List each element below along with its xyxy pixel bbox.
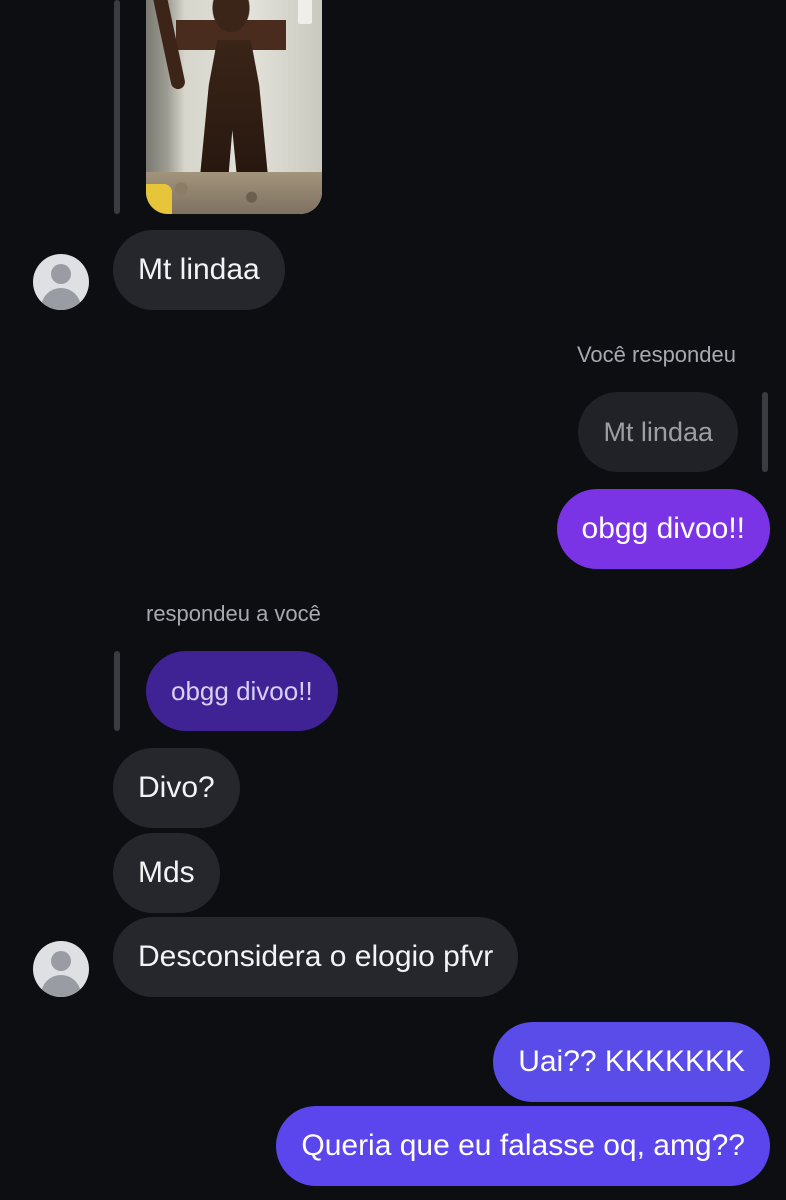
- message-bubble-outgoing[interactable]: Uai?? KKKKKKK: [493, 1022, 770, 1102]
- message-bubble-incoming[interactable]: Divo?: [113, 748, 240, 828]
- person-icon: [51, 951, 71, 971]
- message-bubble-incoming[interactable]: Mt lindaa: [113, 230, 285, 310]
- reply-meta-you: Você respondeu: [576, 342, 736, 367]
- quoted-message[interactable]: obgg divoo!!: [146, 651, 338, 731]
- message-bubble-incoming[interactable]: Mds: [113, 833, 220, 913]
- reply-bar: [114, 0, 120, 214]
- message-bubble-outgoing[interactable]: obgg divoo!!: [556, 489, 770, 569]
- chat-screen: Mt lindaa Você respondeu Mt lindaa obgg …: [0, 0, 786, 1200]
- reply-meta-them: respondeu a você: [146, 601, 321, 626]
- avatar[interactable]: [33, 941, 89, 997]
- message-bubble-incoming[interactable]: Desconsidera o elogio pfvr: [113, 917, 519, 997]
- reply-bar: [762, 392, 768, 472]
- person-icon: [51, 264, 71, 284]
- reply-bar: [114, 651, 120, 731]
- shared-photo[interactable]: [146, 0, 322, 214]
- avatar[interactable]: [33, 254, 89, 310]
- quoted-message[interactable]: Mt lindaa: [578, 392, 738, 472]
- message-bubble-outgoing[interactable]: Queria que eu falasse oq, amg??: [276, 1106, 770, 1186]
